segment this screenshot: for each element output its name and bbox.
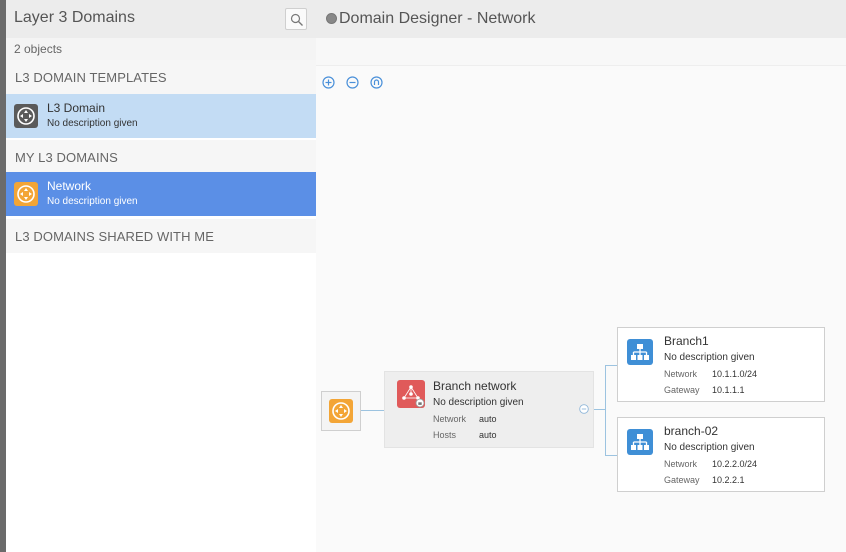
item-description: No description given <box>47 196 138 207</box>
subnet-field-value: 10.1.1.1 <box>712 385 745 395</box>
section-shared-l3-domains: L3 DOMAINS SHARED WITH ME <box>6 219 316 253</box>
zone-field-value: auto <box>479 414 497 424</box>
subnet-description: No description given <box>664 352 755 363</box>
subnet-node[interactable]: branch-02 No description given Network 1… <box>617 417 825 492</box>
item-description: No description given <box>47 118 138 129</box>
connector-line <box>605 365 606 455</box>
subnet-icon <box>627 339 653 365</box>
panel-title: Layer 3 Domains <box>14 9 135 26</box>
subnet-field-label: Network <box>664 369 698 379</box>
zone-field-value: auto <box>479 430 497 440</box>
subnet-field-value: 10.2.2.0/24 <box>712 459 758 469</box>
subnet-node[interactable]: Branch1 No description given Network 10.… <box>617 327 825 402</box>
zone-description: No description given <box>433 397 524 408</box>
subnet-field-label: Network <box>664 459 698 469</box>
section-l3-domain-templates: L3 DOMAIN TEMPLATES <box>6 60 316 94</box>
subnet-field-label: Gateway <box>664 385 700 395</box>
object-count: 2 objects <box>14 42 63 56</box>
item-title: Network <box>47 179 92 193</box>
subnet-title: branch-02 <box>664 424 719 438</box>
subnet-field-label: Gateway <box>664 475 700 485</box>
item-title: L3 Domain <box>47 101 106 115</box>
subnet-field-value: 10.1.1.0/24 <box>712 369 758 379</box>
designer-header: Domain Designer - Network <box>316 0 846 38</box>
connector-line <box>361 410 384 411</box>
subnet-title: Branch1 <box>664 334 709 348</box>
router-icon <box>329 399 353 423</box>
zone-field-label: Hosts <box>433 430 457 440</box>
designer-toolbar <box>316 38 846 66</box>
object-count-row: 2 objects <box>6 38 316 60</box>
domain-list-panel: Layer 3 Domains 2 objects L3 DOMAIN TEMP… <box>6 0 316 552</box>
panel-header: Layer 3 Domains <box>6 0 316 38</box>
subnet-field-value: 10.2.2.1 <box>712 475 745 485</box>
subnet-description: No description given <box>664 442 755 453</box>
zone-node[interactable]: Branch network No description given Netw… <box>384 371 594 448</box>
section-label: MY L3 DOMAINS <box>15 150 118 165</box>
status-dot-icon <box>326 13 337 24</box>
zone-field-label: Network <box>433 414 467 424</box>
search-icon <box>290 13 303 26</box>
collapse-icon[interactable] <box>579 404 589 414</box>
list-item-network-domain[interactable]: Network No description given <box>6 172 316 216</box>
router-icon <box>14 182 38 206</box>
subnet-icon <box>627 429 653 455</box>
list-item-l3-domain-template[interactable]: L3 Domain No description given <box>6 94 316 138</box>
search-button[interactable] <box>285 8 307 30</box>
zone-title: Branch network <box>433 379 517 393</box>
designer-title: Domain Designer - Network <box>339 10 536 27</box>
connector-line <box>605 455 617 456</box>
section-my-l3-domains: MY L3 DOMAINS <box>6 140 316 174</box>
router-icon <box>14 104 38 128</box>
zoom-out-icon[interactable] <box>346 76 359 89</box>
zone-icon <box>397 380 425 408</box>
connector-line <box>605 365 617 366</box>
section-label: L3 DOMAINS SHARED WITH ME <box>15 229 214 244</box>
section-label: L3 DOMAIN TEMPLATES <box>15 70 167 85</box>
reset-zoom-icon[interactable] <box>370 76 383 89</box>
domain-root-node[interactable] <box>321 391 361 431</box>
zoom-in-icon[interactable] <box>322 76 335 89</box>
